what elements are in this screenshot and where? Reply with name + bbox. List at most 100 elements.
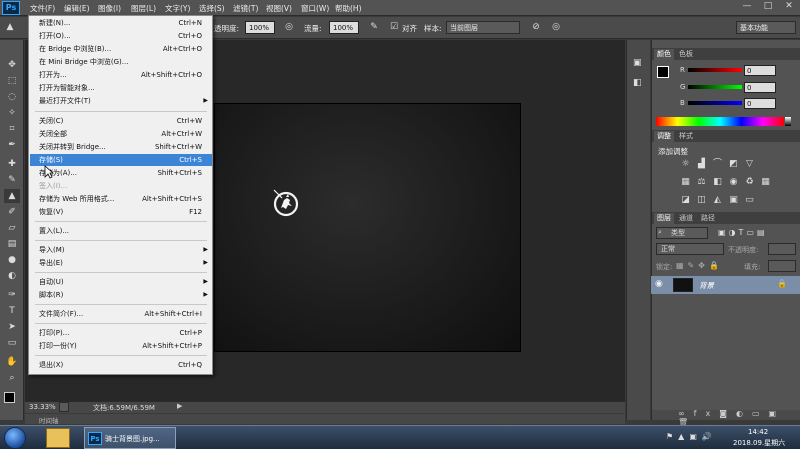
tab-adjustments[interactable]: 调整 (654, 131, 674, 142)
tab-swatches[interactable]: 色板 (676, 49, 696, 60)
tab-layers[interactable]: 图层 (654, 213, 674, 224)
menu-window[interactable]: 窗口(W) (301, 3, 329, 14)
airbrush-icon[interactable]: ✎ (368, 22, 380, 34)
photoshop-task-button[interactable]: Ps 骑士背景图.jpg... (84, 427, 176, 449)
image-canvas[interactable] (214, 103, 521, 352)
zoom-level[interactable]: 33.33% (29, 403, 56, 411)
photo-filter-icon[interactable]: ◉ (728, 177, 739, 188)
selective-color-icon[interactable]: ▣ (728, 195, 739, 206)
tray-icons[interactable]: ⚑▲▣🔊 (666, 432, 717, 441)
menu-item-open[interactable]: 打开(O)... Ctrl+O (30, 30, 212, 42)
posterize-icon[interactable]: ◫ (696, 195, 707, 206)
channel-b-input[interactable]: 0 (744, 98, 776, 109)
layer-filter-icons[interactable]: ▣◑T▭▤ (718, 228, 768, 237)
menu-type[interactable]: 文字(Y) (165, 3, 190, 14)
levels-icon[interactable]: ▟ (696, 159, 707, 170)
foreground-color-swatch[interactable] (4, 392, 15, 403)
menu-image[interactable]: 图像(I) (98, 3, 121, 14)
status-options-icon[interactable] (59, 402, 69, 412)
sample-select[interactable]: 当前图层 (446, 21, 520, 34)
layer-visibility-eye-icon[interactable]: ◉ (655, 279, 663, 289)
threshold-icon[interactable]: ◭ (712, 195, 723, 206)
lasso-tool-icon[interactable]: ◌ (4, 90, 20, 104)
healing-brush-tool-icon[interactable]: ✚ (4, 157, 20, 171)
hand-tool-icon[interactable]: ✋ (4, 355, 20, 369)
curves-icon[interactable]: ⌒ (712, 159, 723, 170)
layer-opacity-input[interactable] (768, 243, 796, 255)
tab-paths[interactable]: 路径 (698, 213, 718, 224)
tab-channels[interactable]: 通道 (676, 213, 696, 224)
layer-kind-filter[interactable]: 类型 (656, 227, 708, 239)
menu-item-close-all[interactable]: 关闭全部 Alt+Ctrl+W (30, 128, 212, 140)
zoom-tool-icon[interactable]: ⌕ (4, 371, 20, 385)
properties-panel-icon[interactable]: ◧ (633, 78, 642, 88)
menu-item-new[interactable]: 新建(N)... Ctrl+N (30, 17, 212, 29)
color-foreground-swatch[interactable] (657, 66, 669, 78)
status-menu-arrow-icon[interactable]: ▶ (177, 402, 182, 410)
close-button[interactable]: ✕ (778, 0, 800, 14)
move-tool-icon[interactable]: ✥ (4, 58, 20, 72)
menu-item-exit[interactable]: 退出(X) Ctrl+Q (30, 359, 212, 371)
menu-item-revert[interactable]: 恢复(V) F12 (30, 206, 212, 218)
clone-stamp-tool-icon[interactable]: ▲ (4, 189, 20, 203)
history-panel-icon[interactable]: ▣ (633, 58, 642, 68)
menu-item-import[interactable]: 导入(M) ▶ (30, 244, 212, 256)
lock-icons[interactable]: ▦✎✥🔒 (676, 261, 723, 270)
menu-item-close-go-bridge[interactable]: 关闭并转到 Bridge... Shift+Ctrl+W (30, 141, 212, 153)
menu-item-print[interactable]: 打印(P)... Ctrl+P (30, 327, 212, 339)
eraser-tool-icon[interactable]: ▱ (4, 221, 20, 235)
blur-tool-icon[interactable]: ● (4, 253, 20, 267)
menu-item-browse-bridge[interactable]: 在 Bridge 中浏览(B)... Alt+Ctrl+O (30, 43, 212, 55)
grayscale-ramp[interactable] (785, 117, 791, 126)
pressure-size-icon[interactable]: ◎ (550, 22, 562, 34)
minimize-button[interactable]: — (736, 0, 758, 14)
start-button[interactable] (4, 427, 26, 449)
workspace-select[interactable]: 基本功能 (736, 21, 796, 34)
channel-mixer-icon[interactable]: ♻ (744, 177, 755, 188)
tab-styles[interactable]: 样式 (676, 131, 696, 142)
menu-edit[interactable]: 编辑(E) (64, 3, 90, 14)
color-balance-icon[interactable]: ⚖ (696, 177, 707, 188)
maximize-button[interactable]: □ (757, 0, 779, 14)
color-spectrum-bar[interactable] (656, 117, 784, 126)
pen-tool-icon[interactable]: ✑ (4, 288, 20, 302)
marquee-tool-icon[interactable]: ⬚ (4, 74, 20, 88)
shape-tool-icon[interactable]: ▭ (4, 336, 20, 350)
fill-input[interactable] (768, 260, 796, 272)
timeline-tab[interactable]: 时间轴 (39, 415, 59, 425)
align-checkbox[interactable]: ☑ (388, 22, 400, 34)
eyedropper-tool-icon[interactable]: ✒ (4, 138, 20, 152)
menu-item-open-smart-object[interactable]: 打开为智能对象... (30, 82, 212, 94)
menu-item-save[interactable]: 存储(S) Ctrl+S (30, 154, 212, 166)
menu-item-save-as[interactable]: 存储为(A)... Shift+Ctrl+S (30, 167, 212, 179)
menu-help[interactable]: 帮助(H) (335, 3, 362, 14)
menu-item-open-as[interactable]: 打开为... Alt+Shift+Ctrl+O (30, 69, 212, 81)
flow-input[interactable]: 100% (329, 21, 359, 34)
menu-layer[interactable]: 图层(L) (131, 3, 156, 14)
channel-g-input[interactable]: 0 (744, 82, 776, 93)
opacity-input[interactable]: 100% (245, 21, 275, 34)
menu-item-export[interactable]: 导出(E) ▶ (30, 257, 212, 269)
path-select-tool-icon[interactable]: ➤ (4, 320, 20, 334)
invert-icon[interactable]: ◪ (680, 195, 691, 206)
hue-saturation-icon[interactable]: ▦ (680, 177, 691, 188)
tab-color[interactable]: 颜色 (654, 49, 674, 60)
menu-item-save-for-web[interactable]: 存储为 Web 所用格式... Alt+Shift+Ctrl+S (30, 193, 212, 205)
type-tool-icon[interactable]: T (4, 304, 20, 318)
history-brush-tool-icon[interactable]: ✐ (4, 205, 20, 219)
pressure-opacity-icon[interactable]: ◎ (283, 22, 295, 34)
quick-select-tool-icon[interactable]: ✧ (4, 106, 20, 120)
menu-item-file-info[interactable]: 文件简介(F)... Alt+Shift+Ctrl+I (30, 308, 212, 320)
layer-row-background[interactable]: ◉ 背景 🔒 (651, 276, 800, 294)
menu-item-place[interactable]: 置入(L)... (30, 225, 212, 237)
menu-item-automate[interactable]: 自动(U) ▶ (30, 276, 212, 288)
menu-view[interactable]: 视图(V) (266, 3, 292, 14)
exposure-icon[interactable]: ◩ (728, 159, 739, 170)
ignore-adjustment-icon[interactable]: ⊘ (530, 22, 542, 34)
black-white-icon[interactable]: ◧ (712, 177, 723, 188)
menu-item-print-one-copy[interactable]: 打印一份(Y) Alt+Shift+Ctrl+P (30, 340, 212, 352)
channel-r-slider[interactable] (688, 68, 742, 72)
color-lookup-icon[interactable]: ▦ (760, 177, 771, 188)
menu-item-close[interactable]: 关闭(C) Ctrl+W (30, 115, 212, 127)
menu-item-browse-mini-bridge[interactable]: 在 Mini Bridge 中浏览(G)... (30, 56, 212, 68)
